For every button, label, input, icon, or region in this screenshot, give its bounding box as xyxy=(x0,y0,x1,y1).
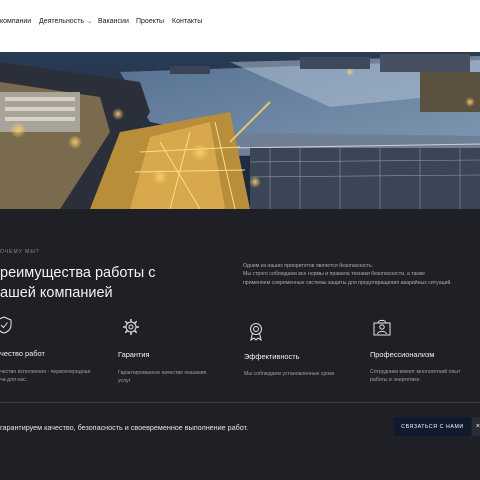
headline-line-2: ашей компанией xyxy=(0,285,113,301)
feature-text-line-2: работы в энергетике. xyxy=(370,377,421,383)
nav-item-activity-label: Деятельность xyxy=(39,18,85,25)
feature-description: Гарантированное качество оказания услуг xyxy=(118,369,228,385)
feature-text-line-1: Гарантированное качество оказания xyxy=(118,370,207,376)
cta-bar: гарантируем качество, безопасность и сво… xyxy=(0,403,480,480)
industrial-port-illustration xyxy=(0,52,480,209)
feature-text-line-1: чество исполнения - первоочередная xyxy=(0,369,91,375)
feature-professionalism: Профессионализм Сотрудники имеют многоле… xyxy=(370,315,480,395)
feature-text-line-2: ча для нас. xyxy=(0,377,28,383)
nav-item-contacts[interactable]: Контакты xyxy=(172,18,202,25)
nav-item-projects[interactable]: Проекты xyxy=(136,18,164,25)
worker-icon xyxy=(373,319,391,336)
intro-line-1: Одним из наших приоритетов является безо… xyxy=(243,263,374,269)
gear-icon xyxy=(123,319,139,335)
shield-icon xyxy=(0,316,12,334)
advantages-section: ОЧЕМУ МЫ? реимущества работы с ашей комп… xyxy=(0,209,480,403)
feature-efficiency: Эффективность Мы соблюдаем установленные… xyxy=(244,321,364,395)
feature-text-line-2: услуг xyxy=(118,378,131,384)
feature-description: Мы соблюдаем установленные сроки xyxy=(244,370,354,378)
top-navigation: компании Деятельность ⌄ Вакансии Проекты … xyxy=(0,0,480,52)
feature-title: Эффективность xyxy=(244,352,300,361)
feature-title: Гарантия xyxy=(118,350,150,359)
feature-text-line-1: Сотрудники имеют многолетний опыт xyxy=(370,369,461,375)
section-eyebrow: ОЧЕМУ МЫ? xyxy=(0,249,40,255)
nav-item-company[interactable]: компании xyxy=(0,18,31,25)
section-intro: Одним из наших приоритетов является безо… xyxy=(243,262,468,287)
feature-description: чество исполнения - первоочередная ча дл… xyxy=(0,368,110,384)
chevron-down-icon: ⌄ xyxy=(87,19,93,25)
intro-line-3: применяем современные системы защиты для… xyxy=(243,279,452,286)
feature-title: чество работ xyxy=(0,349,45,358)
feature-text-line-1: Мы соблюдаем установленные сроки xyxy=(244,371,335,377)
feature-description: Сотрудники имеют многолетний опыт работы… xyxy=(370,368,480,384)
nav-item-activity[interactable]: Деятельность ⌄ xyxy=(39,18,92,25)
intro-line-2: Мы строго соблюдаем все нормы и правила … xyxy=(243,271,426,278)
feature-guarantee: Гарантия Гарантированное качество оказан… xyxy=(118,315,238,395)
nav-item-vacancies[interactable]: Вакансии xyxy=(98,18,129,25)
medal-icon xyxy=(250,323,262,341)
contact-us-button[interactable]: СВЯЗАТЬСЯ С НАМИ xyxy=(394,417,471,436)
headline-line-1: реимущества работы с xyxy=(0,265,156,281)
cta-text: гарантируем качество, безопасность и сво… xyxy=(0,423,249,432)
feature-quality: чество работ чество исполнения - первооч… xyxy=(0,315,120,395)
feature-title: Профессионализм xyxy=(370,350,435,359)
close-icon[interactable]: × xyxy=(472,417,480,436)
section-headline: реимущества работы с ашей компанией xyxy=(0,263,200,303)
hero-image xyxy=(0,52,480,209)
